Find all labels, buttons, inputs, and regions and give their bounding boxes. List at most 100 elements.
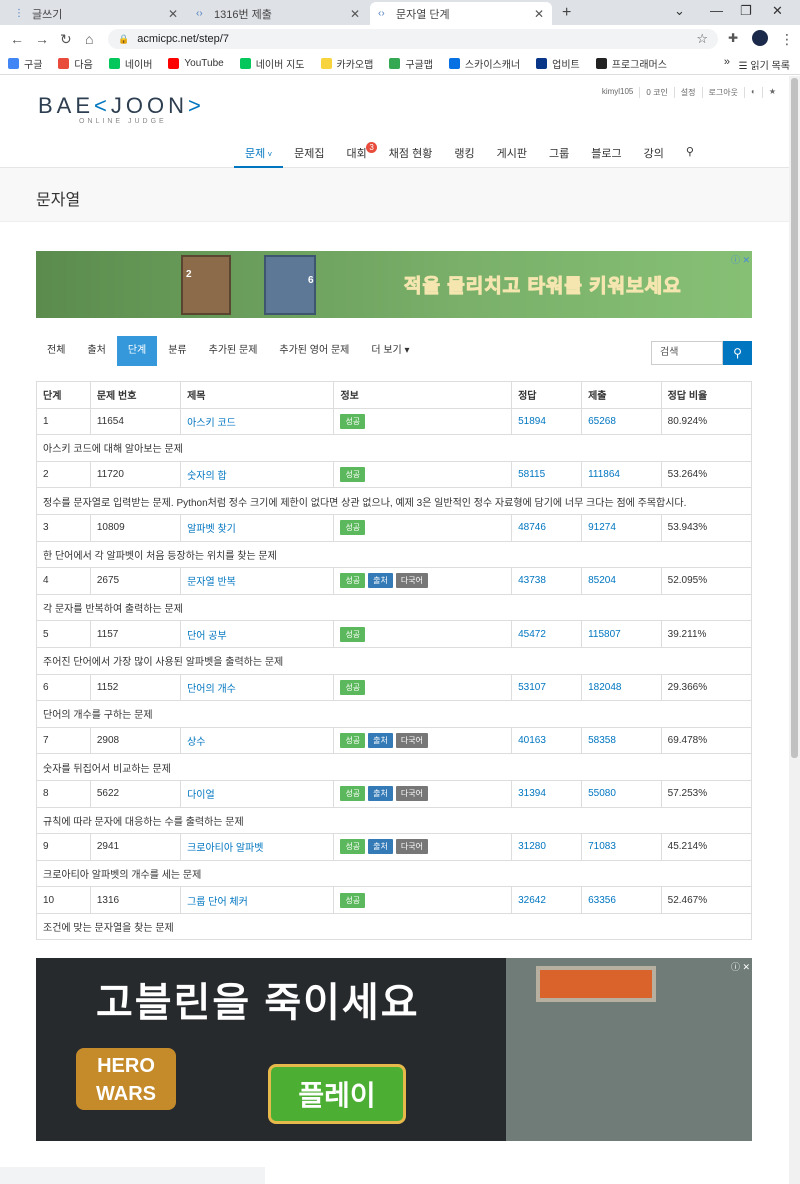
problem-title-link[interactable]: 단어 공부 [187,631,227,642]
browser-tab-active[interactable]: ‹› 문자열 단계 ✕ [370,2,552,25]
problem-title-link[interactable]: 그룹 단어 체커 [187,897,248,908]
scrollbar-thumb[interactable] [791,78,798,758]
bookmark-item[interactable]: 구글 [8,56,42,71]
reading-list[interactable]: ☰ 읽기 목록 [739,57,790,72]
new-tab-icon[interactable]: + [562,4,571,22]
info-label[interactable]: 다국어 [395,733,428,749]
column-header[interactable]: 정답 비율 [660,381,753,409]
info-label[interactable]: 성공 [340,626,366,642]
accepted-count-link[interactable]: 53107 [518,682,546,693]
ad-banner-top[interactable]: 2 6 적을 물리치고 타워를 키워보세요 ⓘ ✕ [36,251,752,318]
reload-icon[interactable]: ↻ [60,31,72,48]
info-label[interactable]: 성공 [340,786,366,802]
problem-title-link[interactable]: 단어의 개수 [187,684,236,695]
back-icon[interactable]: ← [10,31,24,47]
info-label[interactable]: 성공 [340,413,366,429]
close-tab-icon[interactable]: ✕ [168,7,178,21]
info-label[interactable]: 다국어 [395,839,428,855]
column-header[interactable]: 문제 번호 [89,381,182,409]
info-label[interactable]: 다국어 [395,573,428,589]
nav-item[interactable]: 문제 ˅ [234,138,284,168]
accepted-count-link[interactable]: 48746 [518,522,546,533]
problem-title-link[interactable]: 상수 [187,737,205,748]
bookmark-item[interactable]: 카카오맵 [320,56,373,71]
column-header[interactable]: 제목 [180,381,335,409]
bookmarks-more-icon[interactable]: » [724,56,730,68]
accepted-count-link[interactable]: 58115 [518,469,545,480]
info-label[interactable]: 성공 [340,520,366,536]
accepted-count-link[interactable]: 51894 [518,416,546,427]
column-header[interactable]: 정보 [333,381,513,409]
subnav-item[interactable]: 단계 [116,336,158,366]
accepted-count-link[interactable]: 43738 [518,575,546,586]
accepted-count-link[interactable]: 31280 [518,841,546,852]
home-icon[interactable]: ⌂ [85,31,93,47]
submission-count-link[interactable]: 58358 [588,735,616,746]
bookmark-item[interactable]: 스카이스캐너 [448,56,520,71]
submission-count-link[interactable]: 85204 [588,575,616,586]
bookmark-item[interactable]: YouTube [168,58,224,69]
favorite-star-icon[interactable]: ★ [761,87,782,98]
close-tab-icon[interactable]: ✕ [534,7,544,21]
username-link[interactable]: kimyl105 [596,87,640,98]
nav-item[interactable]: 그룹 [538,138,580,168]
problem-title-link[interactable]: 숫자의 합 [187,471,227,482]
nav-item[interactable]: 게시판 [486,138,538,168]
submission-count-link[interactable]: 182048 [588,682,621,693]
bookmark-item[interactable]: 네이버 지도 [239,56,305,71]
submission-count-link[interactable]: 91274 [588,522,616,533]
subnav-item[interactable]: 추가된 문제 [198,336,269,366]
info-label[interactable]: 성공 [340,679,366,695]
bookmark-item[interactable]: 네이버 [108,56,152,71]
info-label[interactable]: 출처 [368,839,393,855]
window-close-icon[interactable]: ✕ [772,3,783,19]
logout-link[interactable]: 로그아웃 [701,87,744,98]
nav-item[interactable]: 문제집 [283,138,335,168]
browser-tab[interactable]: ‹› 1316번 제출 ✕ [188,2,368,25]
info-label[interactable]: 출처 [368,733,393,749]
bookmark-item[interactable]: 업비트 [536,56,580,71]
nav-item[interactable]: 강의 [633,138,675,168]
browser-tab[interactable]: ⋮ 글쓰기 ✕ [6,2,186,25]
search-input[interactable]: 검색 [651,341,723,365]
ad-play-button[interactable]: 플레이 [268,1064,406,1124]
column-header[interactable]: 단계 [36,381,91,409]
subnav-item[interactable]: 더 보기 ▾ [360,336,420,366]
info-label[interactable]: 성공 [340,892,366,908]
settings-link[interactable]: 설정 [673,87,702,98]
forward-icon[interactable]: → [35,31,49,47]
info-label[interactable]: 성공 [340,573,366,589]
submission-count-link[interactable]: 63356 [588,895,616,906]
accepted-count-link[interactable]: 32642 [518,895,546,906]
nav-item[interactable]: 대회 3 [336,138,378,168]
submission-count-link[interactable]: 115807 [588,629,621,640]
bookmark-item[interactable]: 프로그래머스 [595,56,667,71]
problem-title-link[interactable]: 다이얼 [187,790,215,801]
submission-count-link[interactable]: 55080 [588,788,616,799]
profile-avatar[interactable] [752,30,768,46]
ad-info-icon[interactable]: ⓘ ✕ [731,253,750,266]
bookmark-item[interactable]: 구글맵 [389,56,433,71]
nav-item[interactable]: 블로그 [580,138,632,168]
info-label[interactable]: 출처 [368,573,393,589]
info-label[interactable]: 다국어 [395,786,428,802]
accepted-count-link[interactable]: 40163 [518,735,546,746]
minimize-icon[interactable]: — [710,3,723,18]
nav-item[interactable]: 랭킹 [443,138,485,168]
bookmark-star-icon[interactable]: ☆ [696,31,708,47]
info-label[interactable]: 출처 [368,786,393,802]
info-label[interactable]: 성공 [340,839,366,855]
subnav-item[interactable]: 분류 [157,336,197,366]
problem-title-link[interactable]: 알파벳 찾기 [187,524,236,535]
problem-title-link[interactable]: 크로아티아 알파벳 [187,843,263,854]
ad-banner-bottom[interactable]: 고블린을 죽이세요 HERO WARS 플레이 ⓘ ✕ [36,958,752,1141]
submission-count-link[interactable]: 65268 [588,416,616,427]
tab-search-icon[interactable]: ⌄ [674,3,685,19]
info-label[interactable]: 성공 [340,733,366,749]
globe-icon[interactable]: ◐ [743,87,762,98]
address-bar[interactable]: 🔒 acmicpc.net/step/7 ☆ [108,29,718,49]
problem-title-link[interactable]: 아스키 코드 [187,418,236,429]
column-header[interactable]: 제출 [581,381,662,409]
page-scrollbar[interactable] [789,76,800,1184]
extensions-icon[interactable]: ✚ [728,31,738,45]
